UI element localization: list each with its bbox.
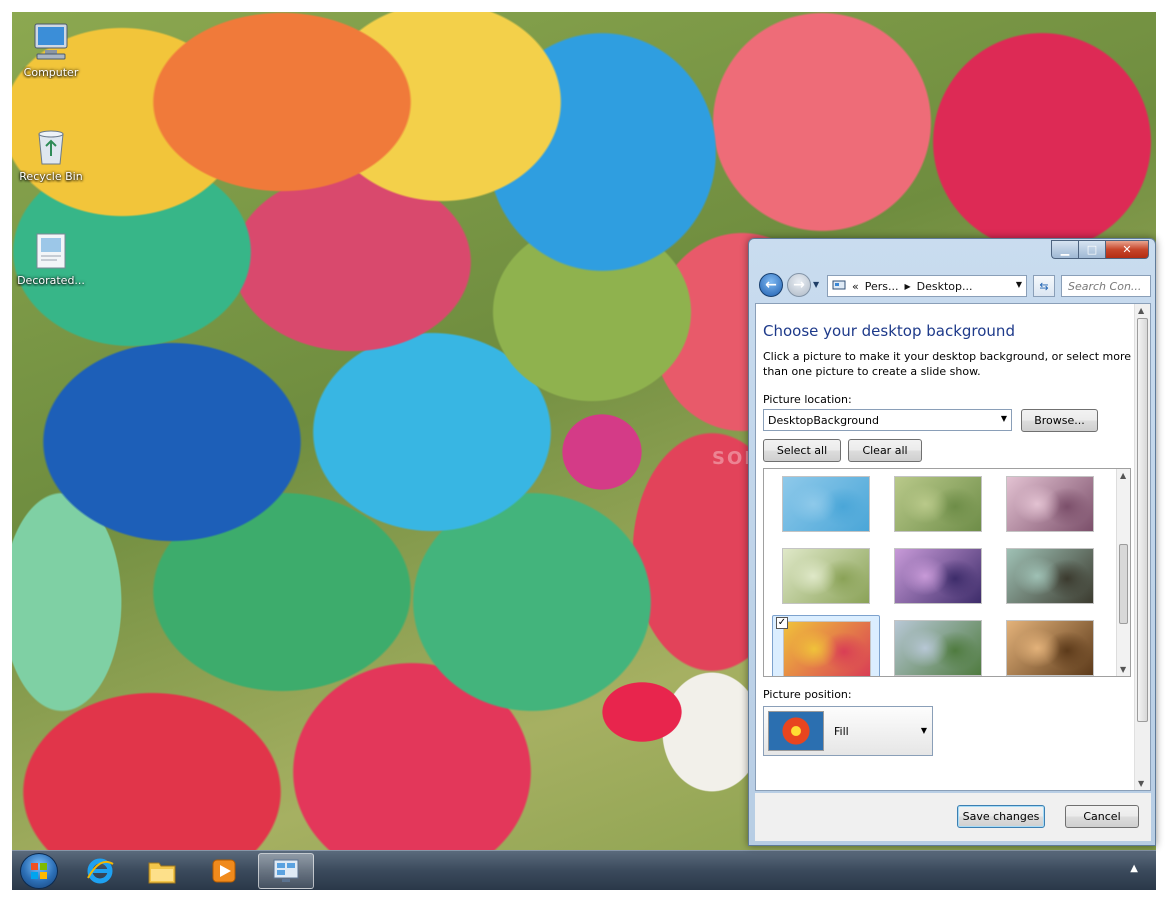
file-explorer-icon (148, 862, 176, 884)
wallpaper-thumbnail-image (782, 548, 870, 604)
wallpaper-thumbnail[interactable] (884, 543, 992, 609)
taskbar-control-panel[interactable] (258, 853, 314, 889)
chevron-down-icon: ▼ (920, 726, 927, 735)
content-scroll-thumb[interactable] (1137, 318, 1148, 722)
clear-all-button[interactable]: Clear all (848, 439, 922, 462)
picture-position-label: Picture position: (763, 688, 852, 701)
start-orb-icon (31, 863, 47, 879)
dialog-footer: Save changes Cancel (755, 793, 1151, 841)
page-title: Choose your desktop background (763, 322, 1015, 340)
address-dropdown-icon[interactable]: ▼ (1016, 280, 1022, 289)
navigation-bar: ← → ▼ « Pers... ▶ Desktop... ▼ ⇆ Search … (755, 269, 1151, 301)
forward-arrow-icon: → (793, 277, 805, 293)
computer-icon (34, 23, 68, 60)
gallery-scroll-thumb[interactable] (1119, 544, 1128, 624)
cancel-button[interactable]: Cancel (1065, 805, 1139, 828)
control-panel-small-icon (832, 280, 846, 290)
wallpaper-thumbnail-image (894, 620, 982, 676)
caption-buttons: ▁ □ ✕ (1051, 240, 1149, 259)
start-button[interactable] (20, 853, 58, 889)
picture-location-value: DesktopBackground (768, 413, 879, 427)
control-panel-icon (273, 859, 299, 882)
gallery-scrollbar[interactable]: ▲ ▼ (1116, 469, 1130, 676)
search-input[interactable]: Search Con... (1061, 275, 1151, 297)
show-hidden-icons-button[interactable]: ▲ (1130, 863, 1138, 874)
wallpaper-thumbnail-image (894, 476, 982, 532)
recycle-bin-icon (38, 130, 64, 165)
page-description: Click a picture to make it your desktop … (763, 350, 1132, 378)
desktop-icon-decorated[interactable]: Decorated... (14, 228, 88, 287)
wallpaper-thumbnail[interactable]: ✓ (772, 615, 880, 676)
breadcrumb-desktop-background[interactable]: Desktop... (917, 280, 973, 293)
thumbnail-checkbox[interactable]: ✓ (776, 617, 788, 629)
wallpaper-thumbnail-image (782, 476, 870, 532)
wallpaper-thumbnail[interactable] (996, 615, 1104, 676)
back-arrow-icon: ← (765, 277, 777, 293)
wallpaper-thumbnail-image (1006, 620, 1094, 676)
picture-gallery: ✓ ▲ ▼ (763, 468, 1131, 677)
select-all-button[interactable]: Select all (763, 439, 841, 462)
wallpaper-thumbnail[interactable] (772, 543, 880, 609)
address-prefix: « (852, 279, 859, 293)
forward-button[interactable]: → (787, 273, 811, 297)
browse-button[interactable]: Browse... (1021, 409, 1098, 432)
wallpaper-thumbnail[interactable] (996, 471, 1104, 537)
picture-position-select[interactable]: Fill ▼ (763, 706, 933, 756)
picture-location-label: Picture location: (763, 393, 852, 406)
taskbar: ▲ (12, 850, 1156, 890)
wallpaper-thumbnail[interactable] (884, 471, 992, 537)
desktop-icon-label: Computer (23, 66, 79, 79)
desktop-icon-label: Decorated... (17, 274, 85, 287)
internet-explorer-icon (87, 858, 114, 884)
position-preview-image (768, 711, 824, 751)
desktop-icon-recycle-bin[interactable]: Recycle Bin (14, 124, 88, 183)
back-button[interactable]: ← (759, 273, 783, 297)
maximize-button[interactable]: □ (1078, 240, 1105, 259)
scroll-down-icon[interactable]: ▼ (1120, 665, 1126, 674)
personalization-window: ▁ □ ✕ ← → ▼ « Pers... ▶ Desktop... ▼ ⇆ S… (748, 238, 1156, 846)
address-bar[interactable]: « Pers... ▶ Desktop... ▼ (827, 275, 1027, 297)
close-button[interactable]: ✕ (1105, 240, 1149, 259)
minimize-button[interactable]: ▁ (1051, 240, 1078, 259)
wallpaper-thumbnail-image (894, 548, 982, 604)
folder-icon (36, 233, 66, 269)
recent-pages-dropdown[interactable]: ▼ (813, 280, 819, 289)
picture-position-value: Fill (834, 725, 849, 738)
refresh-icon: ⇆ (1039, 279, 1049, 293)
desktop-icon-label: Recycle Bin (19, 170, 83, 183)
chevron-down-icon: ▼ (1000, 414, 1007, 423)
desktop-icon-computer[interactable]: Computer (14, 20, 88, 79)
wallpaper-thumbnail-image (783, 621, 871, 676)
wallpaper-thumbnail-image (1006, 548, 1094, 604)
wallpaper-thumbnail-image (1006, 476, 1094, 532)
taskbar-file-explorer[interactable] (134, 853, 190, 889)
scroll-up-icon[interactable]: ▲ (1138, 306, 1144, 315)
wallpaper-thumbnail[interactable] (996, 543, 1104, 609)
content-scrollbar[interactable]: ▲ ▼ (1134, 304, 1150, 790)
media-player-icon (212, 859, 236, 883)
scroll-up-icon[interactable]: ▲ (1120, 471, 1126, 480)
save-changes-button[interactable]: Save changes (957, 805, 1045, 828)
picture-location-select[interactable]: DesktopBackground ▼ (763, 409, 1012, 431)
content-pane: Choose your desktop background Click a p… (755, 303, 1151, 791)
wallpaper-thumbnail[interactable] (884, 615, 992, 676)
taskbar-media-player[interactable] (196, 853, 252, 889)
taskbar-internet-explorer[interactable] (72, 853, 128, 889)
breadcrumb-separator[interactable]: ▶ (905, 282, 911, 291)
refresh-button[interactable]: ⇆ (1033, 275, 1055, 297)
scroll-down-icon[interactable]: ▼ (1138, 779, 1144, 788)
wallpaper-thumbnail[interactable] (772, 471, 880, 537)
breadcrumb-personalization[interactable]: Pers... (865, 280, 899, 293)
